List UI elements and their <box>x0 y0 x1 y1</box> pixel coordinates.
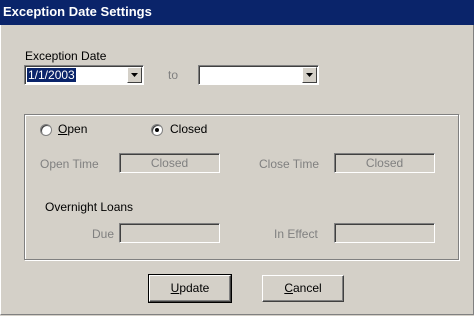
update-button[interactable]: Update <box>148 274 232 303</box>
title-bar: Exception Date Settings <box>0 0 474 25</box>
open-radio[interactable] <box>40 124 52 136</box>
closed-radio[interactable] <box>151 124 163 136</box>
radio-selected-dot <box>155 128 159 132</box>
close-time-field[interactable]: Closed <box>334 153 435 173</box>
closed-radio-label[interactable]: Closed <box>170 122 207 136</box>
exception-date-from-value: 1/1/2003 <box>27 68 76 82</box>
to-dropdown-button[interactable] <box>302 67 317 83</box>
from-dropdown-button[interactable] <box>127 67 142 83</box>
chevron-down-icon <box>131 73 138 77</box>
open-time-label: Open Time <box>40 157 99 171</box>
in-effect-label: In Effect <box>274 227 318 241</box>
due-field[interactable] <box>119 223 220 243</box>
due-label: Due <box>92 227 115 241</box>
cancel-button[interactable]: Cancel <box>262 275 344 302</box>
window-title: Exception Date Settings <box>3 4 152 19</box>
exception-date-from-combo[interactable]: 1/1/2003 <box>24 65 144 85</box>
exception-date-to-combo[interactable] <box>198 65 319 85</box>
close-time-label: Close Time <box>259 157 320 171</box>
in-effect-field[interactable] <box>334 223 435 243</box>
chevron-down-icon <box>306 73 313 77</box>
overnight-loans-heading: Overnight Loans <box>45 200 134 214</box>
to-label: to <box>168 68 179 82</box>
exception-date-label: Exception Date <box>25 49 107 63</box>
open-time-field[interactable]: Closed <box>119 153 220 173</box>
open-radio-label[interactable]: Open <box>58 122 87 136</box>
